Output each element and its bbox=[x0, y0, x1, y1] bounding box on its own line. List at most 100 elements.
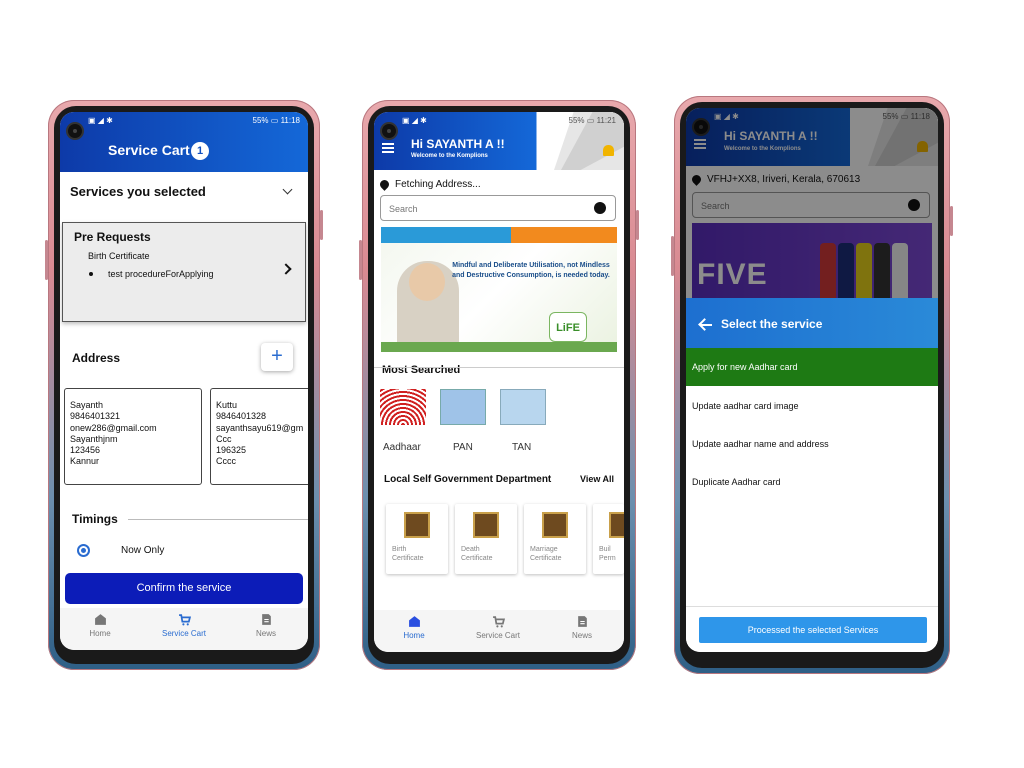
services-selected-toggle[interactable]: Services you selected bbox=[70, 184, 206, 199]
address-email: onew286@gmail.com bbox=[70, 422, 157, 433]
status-right: 55% ▭ 11:18 bbox=[252, 115, 300, 125]
status-icons: ▣ ◢ ✱ bbox=[88, 115, 113, 125]
tan-card-image[interactable] bbox=[500, 389, 546, 425]
app-header: ▣ ◢ ✱ 55% ▭ 11:21 Hi SAYANTH A !! Welcom… bbox=[374, 112, 624, 170]
address-pin: 123456 bbox=[70, 445, 101, 456]
status-bar: ▣ ◢ ✱ 55% ▭ 11:18 bbox=[60, 112, 308, 128]
nav-cart-label: Service Cart bbox=[161, 629, 206, 638]
status-time: 11:21 bbox=[596, 115, 616, 125]
nav-news[interactable]: News bbox=[552, 615, 612, 640]
process-services-button[interactable]: Processed the selected Services bbox=[699, 617, 927, 643]
service-card-label: Buil Perm bbox=[599, 546, 616, 562]
home-icon bbox=[94, 614, 106, 625]
bell-icon[interactable] bbox=[603, 145, 614, 156]
most-searched-label[interactable]: Aadhaar bbox=[383, 442, 421, 453]
page-title: Service Cart bbox=[108, 142, 190, 158]
service-option-selected[interactable]: Apply for new Aadhar card bbox=[686, 348, 938, 386]
search-icon[interactable] bbox=[594, 202, 606, 214]
life-badge: LiFE bbox=[549, 312, 587, 342]
most-searched-label[interactable]: TAN bbox=[512, 442, 531, 453]
address-name: Kuttu bbox=[216, 400, 238, 410]
nav-news-label: News bbox=[571, 631, 592, 640]
service-card[interactable]: Birth Certificate bbox=[386, 504, 448, 574]
most-searched-label[interactable]: PAN bbox=[453, 442, 473, 453]
address-phone: 9846401328 bbox=[216, 411, 267, 422]
nav-home-label: Home bbox=[89, 629, 111, 638]
nav-service-cart[interactable]: Service Cart bbox=[468, 615, 528, 640]
search-input[interactable]: Search bbox=[380, 195, 616, 221]
service-option[interactable]: Duplicate Aadhar card bbox=[686, 463, 938, 501]
nav-service-cart[interactable]: Service Cart bbox=[154, 613, 214, 638]
confirm-service-button[interactable]: Confirm the service bbox=[65, 573, 303, 604]
sheet-title: Select the service bbox=[721, 317, 823, 331]
address-house: Sayanthjnm bbox=[70, 433, 118, 444]
service-card-label: Birth Certificate bbox=[392, 546, 424, 562]
address-email: sayanthsayu619@gm bbox=[216, 422, 304, 433]
battery-level: 55% bbox=[568, 115, 585, 125]
power-button bbox=[950, 206, 953, 236]
address-card[interactable]: Kuttu 9846401328 sayanthsayu619@gm Ccc 1… bbox=[210, 388, 308, 485]
nav-home-label: Home bbox=[403, 631, 425, 640]
service-card-label: Death Certificate bbox=[461, 546, 493, 562]
bullet-icon bbox=[89, 272, 93, 276]
nav-news[interactable]: News bbox=[236, 613, 296, 638]
service-card[interactable]: Death Certificate bbox=[455, 504, 517, 574]
phone-service-cart: ▣ ◢ ✱ 55% ▭ 11:18 Service Cart 1 Service… bbox=[45, 100, 323, 670]
current-address[interactable]: Fetching Address... bbox=[395, 179, 481, 190]
view-all-link[interactable]: View All bbox=[580, 474, 614, 484]
service-card[interactable]: Marriage Certificate bbox=[524, 504, 586, 574]
bottom-nav: Home Service Cart News bbox=[374, 610, 624, 652]
emblem-icon bbox=[473, 512, 499, 538]
address-district: Kannur bbox=[70, 456, 100, 467]
emblem-icon bbox=[609, 512, 624, 538]
screen: ▣ ◢ ✱ 55% ▭ 11:18 Hi SAYANTH A !! Welcom… bbox=[686, 108, 938, 652]
menu-icon[interactable] bbox=[382, 143, 394, 153]
modal-overlay[interactable] bbox=[686, 108, 938, 298]
pan-card-image[interactable] bbox=[440, 389, 486, 425]
banner-face-image bbox=[409, 263, 445, 301]
lsg-heading: Local Self Government Department bbox=[384, 474, 552, 485]
service-option[interactable]: Update aadhar card image bbox=[686, 387, 938, 425]
timings-heading: Timings bbox=[72, 512, 118, 526]
service-card[interactable]: Buil Perm bbox=[593, 504, 624, 574]
aadhaar-logo[interactable] bbox=[380, 389, 426, 425]
address-district: Cccc bbox=[216, 456, 236, 467]
volume-button bbox=[359, 240, 362, 280]
now-only-radio[interactable] bbox=[77, 544, 90, 557]
address-phone: 9846401321 bbox=[70, 411, 121, 422]
prerequests-title: Pre Requests bbox=[74, 230, 151, 244]
address-card[interactable]: Sayanth 9846401321 onew286@gmail.com Say… bbox=[64, 388, 202, 485]
prerequests-service: Birth Certificate bbox=[88, 251, 150, 261]
status-time: 11:18 bbox=[280, 115, 300, 125]
select-service-sheet: Select the service Apply for new Aadhar … bbox=[686, 298, 938, 652]
back-arrow-icon[interactable] bbox=[698, 318, 711, 331]
chevron-down-icon[interactable] bbox=[282, 184, 293, 195]
banner-stripe bbox=[381, 227, 617, 243]
divider bbox=[686, 606, 938, 607]
nav-home[interactable]: Home bbox=[70, 613, 130, 638]
status-icons: ▣ ◢ ✱ bbox=[402, 115, 427, 125]
nav-home[interactable]: Home bbox=[384, 615, 444, 640]
address-pin: 196325 bbox=[216, 445, 247, 456]
promo-banner[interactable]: Mindful and Deliberate Utilisation, not … bbox=[381, 227, 617, 352]
address-name: Sayanth bbox=[70, 400, 104, 410]
banner-quote: Mindful and Deliberate Utilisation, not … bbox=[452, 262, 610, 279]
sheet-header: Select the service bbox=[686, 298, 938, 348]
battery-level: 55% bbox=[252, 115, 269, 125]
prerequests-card[interactable]: Pre Requests Birth Certificate test proc… bbox=[62, 222, 306, 322]
chevron-right-icon[interactable] bbox=[280, 263, 292, 275]
now-only-label: Now Only bbox=[121, 545, 165, 556]
home-icon bbox=[408, 616, 420, 627]
front-camera bbox=[66, 122, 84, 140]
power-button bbox=[636, 210, 639, 240]
search-placeholder: Search bbox=[389, 204, 418, 214]
banner-ground bbox=[381, 342, 617, 352]
volume-button bbox=[45, 240, 48, 280]
volume-button bbox=[671, 236, 674, 276]
screen: ▣ ◢ ✱ 55% ▭ 11:21 Hi SAYANTH A !! Welcom… bbox=[374, 112, 624, 652]
news-icon bbox=[261, 614, 271, 625]
most-searched-heading: Most Searched bbox=[382, 364, 461, 376]
service-option[interactable]: Update aadhar name and address bbox=[686, 425, 938, 463]
add-address-button[interactable]: + bbox=[261, 343, 293, 371]
nav-news-label: News bbox=[255, 629, 276, 638]
